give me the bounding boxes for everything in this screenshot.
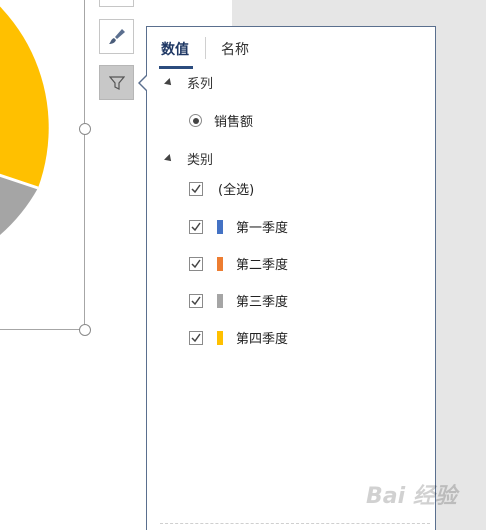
active-tab-indicator (159, 66, 193, 69)
brush-icon (108, 28, 125, 44)
chart-border-bottom (0, 329, 85, 330)
category-section-title: 类别 (187, 153, 214, 168)
panel-pointer-fill (140, 75, 148, 91)
checkmark-icon (191, 259, 201, 268)
category-item-label: 第四季度 (236, 332, 289, 347)
checkbox[interactable] (189, 256, 203, 271)
collapse-triangle-icon (164, 77, 174, 88)
color-swatch (217, 330, 223, 345)
category-section-header[interactable]: 类别 (164, 149, 214, 168)
collapse-triangle-icon (164, 153, 174, 164)
category-item-label: 第二季度 (236, 258, 289, 273)
series-item-label: 销售额 (214, 115, 254, 130)
checkmark-icon (191, 296, 201, 305)
checkmark-icon (191, 333, 201, 342)
checkbox[interactable] (189, 330, 203, 345)
color-swatch (217, 293, 223, 308)
checkbox[interactable] (189, 293, 203, 308)
chart-border-right (84, 0, 85, 330)
resize-handle-right[interactable] (79, 123, 91, 135)
color-swatch (217, 256, 223, 271)
watermark: Bai 经验 (366, 484, 457, 509)
category-select-all[interactable]: (全选) (189, 179, 254, 198)
chart-elements-button[interactable] (99, 0, 134, 7)
filter-icon (108, 75, 125, 90)
tab-divider (205, 37, 206, 59)
category-item-label: 第一季度 (236, 221, 289, 236)
series-section-header[interactable]: 系列 (164, 73, 214, 92)
chart-styles-button[interactable] (99, 19, 134, 54)
checkbox[interactable] (189, 219, 203, 234)
category-item-label: (全选) (218, 183, 255, 198)
panel-footer-divider (160, 523, 430, 525)
category-item-q3[interactable]: 第三季度 (189, 291, 288, 310)
tab-names[interactable]: 名称 (221, 39, 249, 59)
category-item-q4[interactable]: 第四季度 (189, 328, 288, 347)
resize-handle-corner[interactable] (79, 324, 91, 336)
series-item-sales[interactable]: 销售额 (189, 111, 253, 130)
series-section-title: 系列 (187, 77, 214, 92)
radio-selected-dot (192, 117, 199, 124)
checkmark-icon (191, 222, 201, 231)
tab-values[interactable]: 数值 (161, 39, 189, 59)
color-swatch (217, 219, 223, 234)
checkbox[interactable] (189, 181, 203, 196)
category-item-q2[interactable]: 第二季度 (189, 254, 288, 273)
chart-filters-button[interactable] (99, 65, 134, 100)
checkmark-icon (191, 184, 201, 193)
category-item-q1[interactable]: 第一季度 (189, 217, 288, 236)
chart-filter-panel: 数值 名称 系列 销售额 类别 (全选) 第一季度 第二季度 第三季度 第四季度 (146, 26, 436, 530)
pie-slice-q4[interactable] (0, 0, 49, 188)
category-item-label: 第三季度 (236, 295, 289, 310)
radio-button[interactable] (189, 114, 202, 127)
